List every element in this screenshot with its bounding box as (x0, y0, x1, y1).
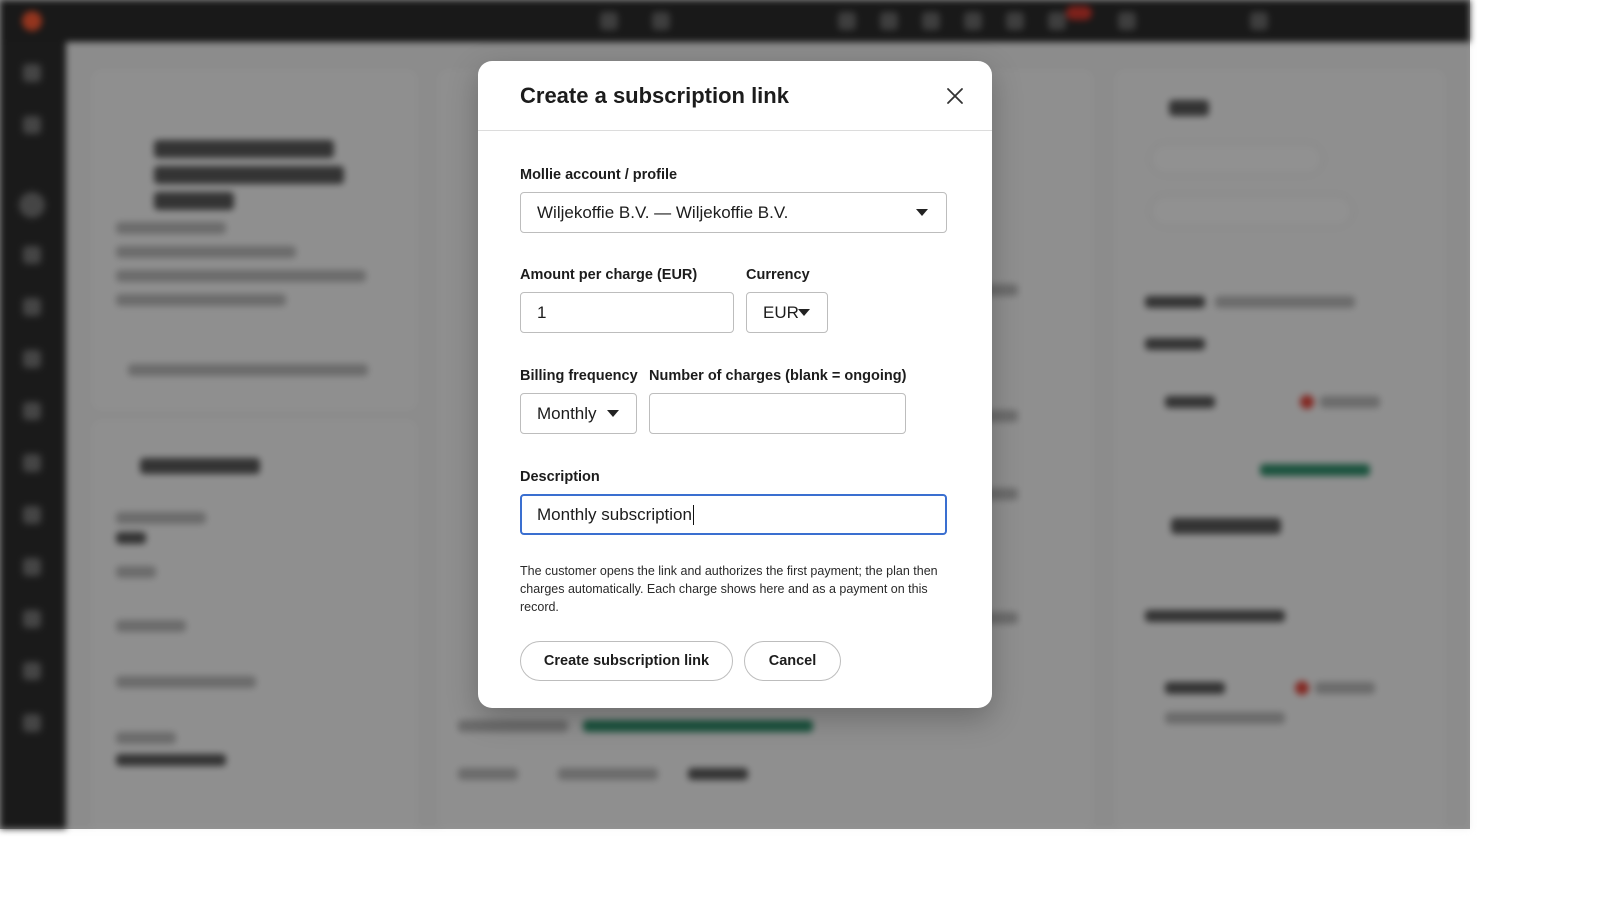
currency-value: EUR (763, 302, 799, 322)
chevron-down-icon (916, 209, 928, 216)
amount-value: 1 (537, 302, 547, 322)
amount-input[interactable]: 1 (520, 292, 734, 333)
cancel-button[interactable]: Cancel (744, 641, 841, 681)
account-profile-label: Mollie account / profile (520, 167, 678, 183)
description-label: Description (520, 469, 600, 485)
number-of-charges-label: Number of charges (blank = ongoing) (649, 368, 907, 384)
description-input[interactable]: Monthly subscription (520, 494, 947, 535)
number-of-charges-input[interactable] (649, 393, 906, 434)
currency-select[interactable]: EUR (746, 292, 828, 333)
close-icon (947, 88, 963, 104)
account-profile-select[interactable]: Wiljekoffie B.V. — Wiljekoffie B.V. (520, 192, 947, 233)
chevron-down-icon (798, 309, 810, 316)
close-button[interactable] (944, 85, 966, 107)
create-subscription-link-button[interactable]: Create subscription link (520, 641, 733, 681)
create-subscription-link-dialog: Create a subscription link Mollie accoun… (478, 61, 992, 708)
amount-label: Amount per charge (EUR) (520, 267, 698, 283)
dialog-header: Create a subscription link (478, 61, 992, 131)
text-cursor (692, 504, 694, 525)
billing-frequency-label: Billing frequency (520, 368, 638, 384)
chevron-down-icon (607, 410, 619, 417)
billing-frequency-select[interactable]: Monthly (520, 393, 637, 434)
dialog-title: Create a subscription link (520, 83, 789, 108)
currency-label: Currency (746, 267, 810, 283)
description-value: Monthly subscription (537, 504, 692, 524)
account-profile-value: Wiljekoffie B.V. — Wiljekoffie B.V. (537, 202, 789, 222)
help-text: The customer opens the link and authoriz… (520, 564, 938, 614)
billing-frequency-value: Monthly (537, 403, 597, 423)
